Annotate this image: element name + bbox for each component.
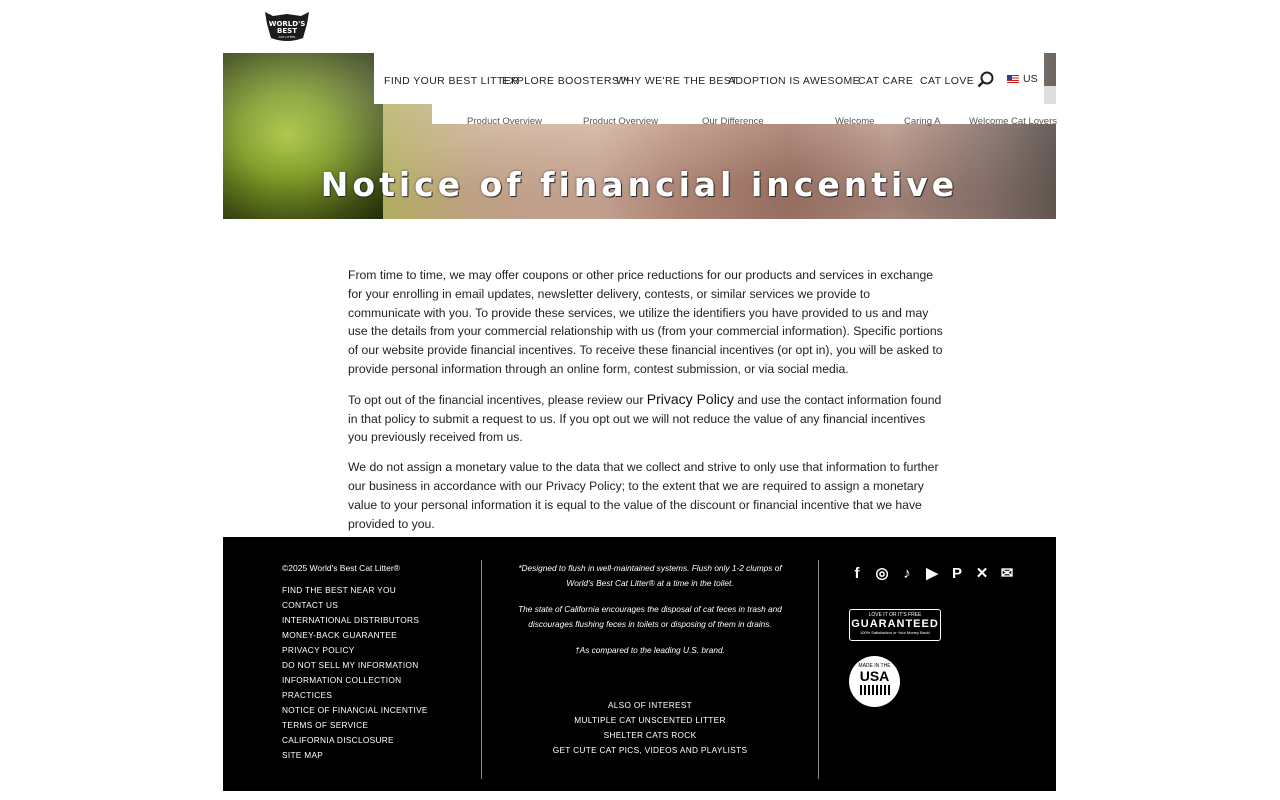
nav-explore-boosters[interactable]: Explore Boosters™ bbox=[502, 75, 630, 87]
interest-heading: Also of interest bbox=[607, 700, 693, 710]
footer-link-info-collection[interactable]: Information Collection bbox=[282, 673, 462, 688]
facebook-icon[interactable]: f bbox=[848, 564, 866, 582]
nav-edge bbox=[1044, 86, 1056, 104]
x-icon[interactable]: ✕ bbox=[973, 564, 991, 582]
subnav-product-overview-1[interactable]: Product Overview bbox=[467, 116, 542, 127]
made-in-usa-badge: MADE IN THE USA bbox=[849, 656, 900, 707]
disclaimer-california: The state of California encourages the d… bbox=[518, 604, 782, 629]
copyright: ©2025 World's Best Cat Litter® bbox=[282, 563, 400, 573]
logo-text-2: BEST bbox=[277, 27, 297, 35]
footer-link-contact[interactable]: Contact Us bbox=[282, 598, 462, 613]
disclaimer-comparison: †As compared to the leading U.S. brand. bbox=[575, 645, 725, 655]
disclaimer-flush: *Designed to flush in well-maintained sy… bbox=[518, 563, 782, 588]
footer-link-financial-incentive[interactable]: Notice of Financial Incentive bbox=[282, 703, 462, 718]
page-title: Notice of financial incentive bbox=[320, 165, 959, 204]
region-selector[interactable]: US bbox=[1007, 73, 1038, 85]
paragraph-1: From time to time, we may offer coupons … bbox=[348, 268, 943, 376]
tiktok-icon[interactable]: ♪ bbox=[898, 564, 916, 582]
footer-divider bbox=[818, 560, 819, 779]
guarantee-line-3: 100% Satisfaction or Your Money Back! bbox=[859, 630, 931, 635]
us-flag-icon bbox=[1007, 75, 1019, 83]
footer-interest-links: Also of interest Multiple Cat Unscented … bbox=[511, 698, 789, 758]
footer-links: Find the best near you Contact Us Intern… bbox=[282, 583, 462, 763]
sub-nav: Product Overview Product Overview Our Di… bbox=[432, 104, 1057, 127]
footer: ©2025 World's Best Cat Litter® Find the … bbox=[223, 537, 1056, 791]
footer-links-column: ©2025 World's Best Cat Litter® Find the … bbox=[282, 563, 462, 763]
subnav-product-overview-2[interactable]: Product Overview bbox=[583, 116, 658, 127]
main-nav: Find your best litter Explore Boosters™ … bbox=[374, 53, 1044, 104]
guarantee-badge[interactable]: LOVE IT OR IT'S FREE GUARANTEED 100% Sat… bbox=[849, 609, 941, 641]
youtube-icon[interactable]: ▶ bbox=[923, 564, 941, 582]
subnav-welcome[interactable]: Welcome bbox=[835, 116, 874, 127]
subnav-welcome-cat-lovers[interactable]: Welcome Cat Lovers bbox=[969, 116, 1057, 127]
footer-link-privacy[interactable]: Privacy Policy bbox=[282, 643, 462, 658]
paragraph-2: To opt out of the financial incentives, … bbox=[348, 390, 944, 447]
footer-link-terms[interactable]: Terms of service bbox=[282, 718, 462, 733]
interest-link-shelter[interactable]: Shelter Cats Rock bbox=[511, 728, 789, 743]
interest-link-multiple-cat[interactable]: Multiple Cat Unscented Litter bbox=[511, 713, 789, 728]
brand-logo[interactable]: WORLD'S BEST CAT LITTER bbox=[263, 10, 311, 43]
footer-link-find-near[interactable]: Find the best near you bbox=[282, 583, 462, 598]
subnav-caring[interactable]: Caring A bbox=[904, 116, 940, 127]
usa-line-2: USA bbox=[859, 668, 890, 684]
footer-divider bbox=[481, 560, 482, 779]
logo-icon: WORLD'S BEST CAT LITTER bbox=[265, 12, 309, 41]
interest-link-pics[interactable]: Get Cute Cat Pics, Videos and Playlists bbox=[511, 743, 789, 758]
pinterest-icon[interactable]: P bbox=[948, 564, 966, 582]
paragraph-2-before: To opt out of the financial incentives, … bbox=[348, 392, 644, 407]
logo-text-3: CAT LITTER bbox=[279, 35, 296, 39]
privacy-policy-link[interactable]: Privacy Policy bbox=[647, 391, 734, 407]
search-icon[interactable] bbox=[977, 71, 995, 89]
page: WORLD'S BEST CAT LITTER Notice of financ… bbox=[0, 0, 1280, 800]
footer-link-do-not-sell[interactable]: Do not sell my information bbox=[282, 658, 462, 673]
flag-stripes bbox=[859, 685, 890, 695]
footer-link-guarantee[interactable]: Money-Back Guarantee bbox=[282, 628, 462, 643]
social-links: f ◎ ♪ ▶ P ✕ ✉ bbox=[848, 564, 1016, 583]
main-content: From time to time, we may offer coupons … bbox=[348, 266, 944, 544]
instagram-icon[interactable]: ◎ bbox=[873, 564, 891, 582]
nav-find-litter[interactable]: Find your best litter bbox=[384, 75, 519, 87]
footer-link-practices[interactable]: Practices bbox=[282, 688, 462, 703]
footer-link-california[interactable]: California Disclosure bbox=[282, 733, 462, 748]
subnav-our-difference[interactable]: Our Difference bbox=[702, 116, 764, 127]
guarantee-line-2: GUARANTEED bbox=[851, 618, 939, 630]
nav-adoption[interactable]: Adoption is awesome bbox=[728, 75, 860, 87]
footer-link-distributors[interactable]: International Distributors bbox=[282, 613, 462, 628]
footer-disclaimers: *Designed to flush in well-maintained sy… bbox=[511, 561, 789, 670]
paragraph-3: We do not assign a monetary value to the… bbox=[348, 460, 939, 531]
nav-why-best[interactable]: Why we're the best bbox=[616, 75, 738, 87]
email-icon[interactable]: ✉ bbox=[998, 564, 1016, 582]
region-label: US bbox=[1023, 73, 1038, 85]
nav-cat-love[interactable]: Cat love bbox=[920, 75, 974, 87]
nav-cat-care[interactable]: Cat care bbox=[858, 75, 913, 87]
footer-link-sitemap[interactable]: Site Map bbox=[282, 748, 462, 763]
